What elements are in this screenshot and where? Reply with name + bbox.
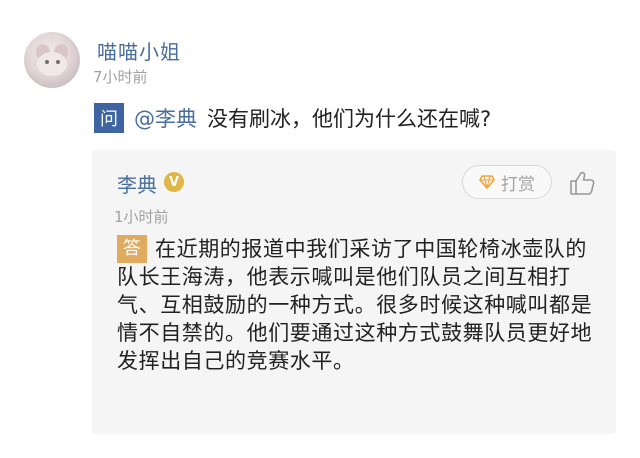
verified-badge-icon: V	[164, 172, 184, 192]
question-badge: 问	[94, 103, 124, 133]
thumbs-up-icon[interactable]	[568, 169, 596, 197]
avatar-eye-right	[56, 60, 60, 64]
tip-button[interactable]: 打赏	[462, 165, 552, 199]
post-time: 7小时前	[93, 68, 148, 86]
answer-card: 李典 V 打赏 1小时前 答在近期的报道中我们采访了中国轮椅冰壶队的队长王海涛，…	[92, 150, 616, 434]
gem-icon	[479, 175, 495, 189]
avatar-eye-left	[45, 60, 49, 64]
username[interactable]: 喵喵小姐	[97, 36, 181, 65]
mention-link[interactable]: @李典	[134, 103, 197, 133]
answer-badge: 答	[117, 235, 147, 263]
answer-body: 答在近期的报道中我们采访了中国轮椅冰壶队的队长王海涛，他表示喊叫是他们队员之间互…	[117, 235, 597, 375]
answer-text: 在近期的报道中我们采访了中国轮椅冰壶队的队长王海涛，他表示喊叫是他们队员之间互相…	[117, 237, 593, 373]
question-text: 没有刷冰，他们为什么还在喊?	[207, 107, 492, 131]
tip-label: 打赏	[501, 174, 535, 195]
avatar-face	[37, 52, 67, 76]
avatar[interactable]	[24, 32, 80, 88]
question: 问 @李典 没有刷冰，他们为什么还在喊?	[94, 102, 491, 134]
answerer-name[interactable]: 李典	[117, 169, 157, 198]
answer-time: 1小时前	[114, 208, 169, 226]
